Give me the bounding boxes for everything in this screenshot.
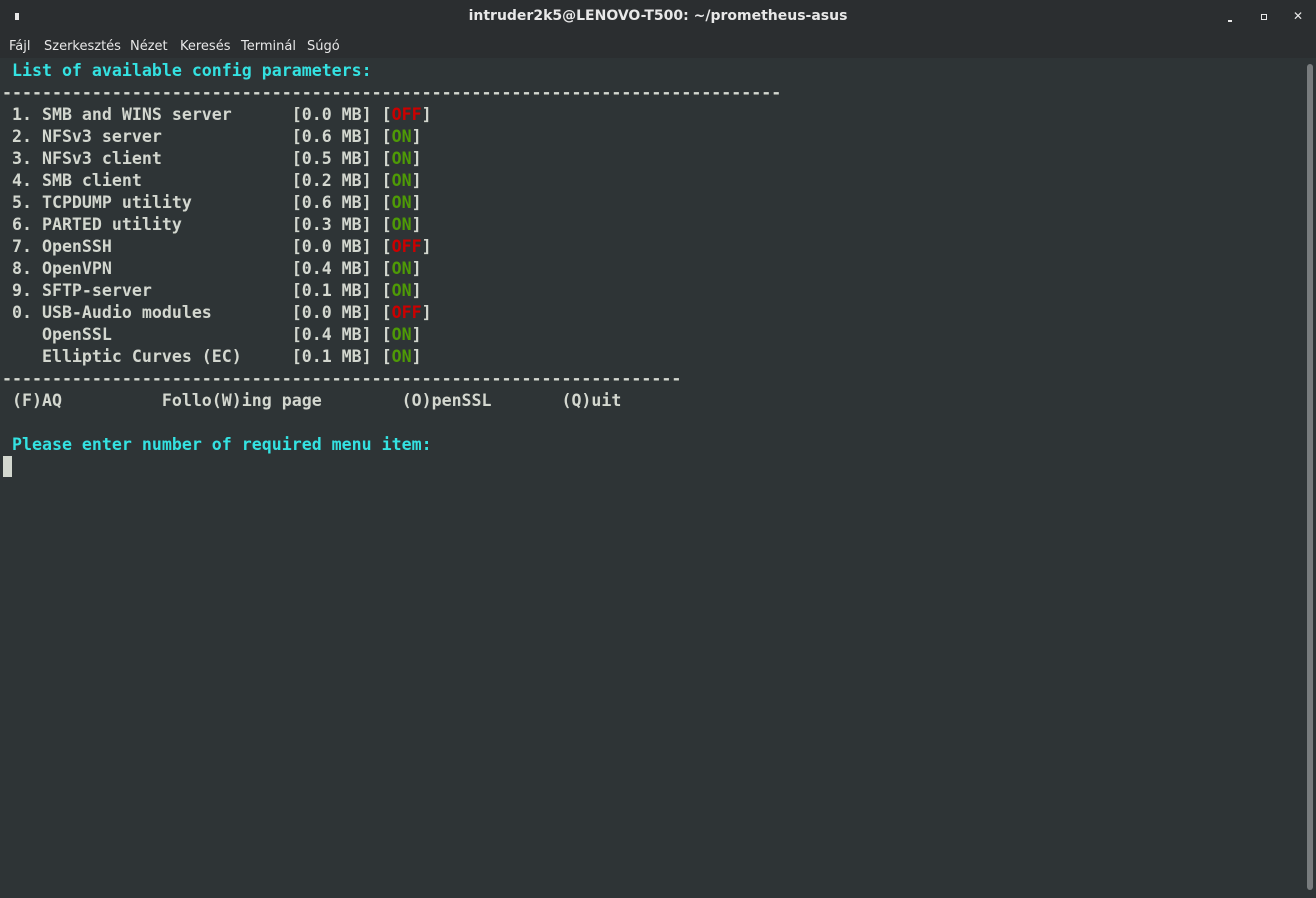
param-status: OFF — [391, 105, 422, 124]
param-line: 2. NFSv3 server [0.6 MB] [ON] — [2, 126, 422, 148]
scrollbar-thumb[interactable] — [1307, 64, 1313, 890]
param-bracket-close: ] — [411, 193, 422, 212]
param-status: OFF — [391, 303, 422, 322]
param-label: Elliptic Curves (EC) [0.1 MB] [ — [2, 347, 392, 366]
param-bracket-close: ] — [411, 215, 422, 234]
param-label: 9. SFTP-server [0.1 MB] [ — [2, 281, 392, 300]
minimize-button[interactable] — [1222, 8, 1238, 24]
param-line: 5. TCPDUMP utility [0.6 MB] [ON] — [2, 192, 422, 214]
param-bracket-close: ] — [421, 237, 432, 256]
param-bracket-close: ] — [421, 105, 432, 124]
menu-search[interactable]: Keresés — [180, 39, 230, 54]
menu-options: (F)AQ Follo(W)ing page (O)penSSL (Q)uit — [2, 391, 622, 410]
param-status: ON — [391, 149, 412, 168]
param-line: 4. SMB client [0.2 MB] [ON] — [2, 170, 422, 192]
param-bracket-close: ] — [411, 281, 422, 300]
param-status: ON — [391, 347, 412, 366]
param-label: OpenSSL [0.4 MB] [ — [2, 325, 392, 344]
param-status: ON — [391, 281, 412, 300]
param-line: 9. SFTP-server [0.1 MB] [ON] — [2, 280, 422, 302]
window-titlebar: intruder2k5@LENOVO-T500: ~/prometheus-as… — [0, 0, 1316, 34]
param-label: 4. SMB client [0.2 MB] [ — [2, 171, 392, 190]
menubar: Fájl Szerkesztés Nézet Keresés Terminál … — [0, 34, 1316, 58]
terminal-heading: List of available config parameters: — [2, 61, 372, 80]
param-label: 1. SMB and WINS server [0.0 MB] [ — [2, 105, 392, 124]
window-title: intruder2k5@LENOVO-T500: ~/prometheus-as… — [468, 8, 848, 24]
separator-top: ----------------------------------------… — [2, 83, 782, 102]
param-label: 6. PARTED utility [0.3 MB] [ — [2, 215, 392, 234]
param-label: 2. NFSv3 server [0.6 MB] [ — [2, 127, 392, 146]
param-bracket-close: ] — [411, 325, 422, 344]
param-line: 1. SMB and WINS server [0.0 MB] [OFF] — [2, 104, 432, 126]
param-line: 0. USB-Audio modules [0.0 MB] [OFF] — [2, 302, 432, 324]
param-line: Elliptic Curves (EC) [0.1 MB] [ON] — [2, 346, 422, 368]
param-status: OFF — [391, 237, 422, 256]
param-bracket-close: ] — [411, 259, 422, 278]
param-bracket-close: ] — [411, 127, 422, 146]
param-label: 8. OpenVPN [0.4 MB] [ — [2, 259, 392, 278]
param-label: 7. OpenSSH [0.0 MB] [ — [2, 237, 392, 256]
scrollbar[interactable] — [1304, 58, 1316, 898]
terminal-cursor — [3, 456, 12, 477]
param-bracket-close: ] — [411, 171, 422, 190]
param-status: ON — [391, 127, 412, 146]
param-status: ON — [391, 193, 412, 212]
menu-edit[interactable]: Szerkesztés — [44, 39, 121, 54]
param-bracket-close: ] — [421, 303, 432, 322]
menu-view[interactable]: Nézet — [130, 39, 168, 54]
param-status: ON — [391, 259, 412, 278]
param-line: 3. NFSv3 client [0.5 MB] [ON] — [2, 148, 422, 170]
input-prompt: Please enter number of required menu ite… — [2, 435, 432, 454]
param-line: 8. OpenVPN [0.4 MB] [ON] — [2, 258, 422, 280]
menu-terminal[interactable]: Terminál — [241, 39, 296, 54]
param-label: 3. NFSv3 client [0.5 MB] [ — [2, 149, 392, 168]
param-label: 0. USB-Audio modules [0.0 MB] [ — [2, 303, 392, 322]
maximize-button[interactable] — [1256, 8, 1272, 24]
param-status: ON — [391, 171, 412, 190]
param-label: 5. TCPDUMP utility [0.6 MB] [ — [2, 193, 392, 212]
param-line: 7. OpenSSH [0.0 MB] [OFF] — [2, 236, 432, 258]
param-line: 6. PARTED utility [0.3 MB] [ON] — [2, 214, 422, 236]
param-bracket-close: ] — [411, 347, 422, 366]
param-bracket-close: ] — [411, 149, 422, 168]
close-button[interactable]: ✕ — [1290, 8, 1306, 24]
param-status: ON — [391, 215, 412, 234]
menu-help[interactable]: Súgó — [307, 39, 340, 54]
separator-bottom: ----------------------------------------… — [2, 369, 682, 388]
menu-file[interactable]: Fájl — [9, 39, 30, 54]
param-line: OpenSSL [0.4 MB] [ON] — [2, 324, 422, 346]
param-status: ON — [391, 325, 412, 344]
